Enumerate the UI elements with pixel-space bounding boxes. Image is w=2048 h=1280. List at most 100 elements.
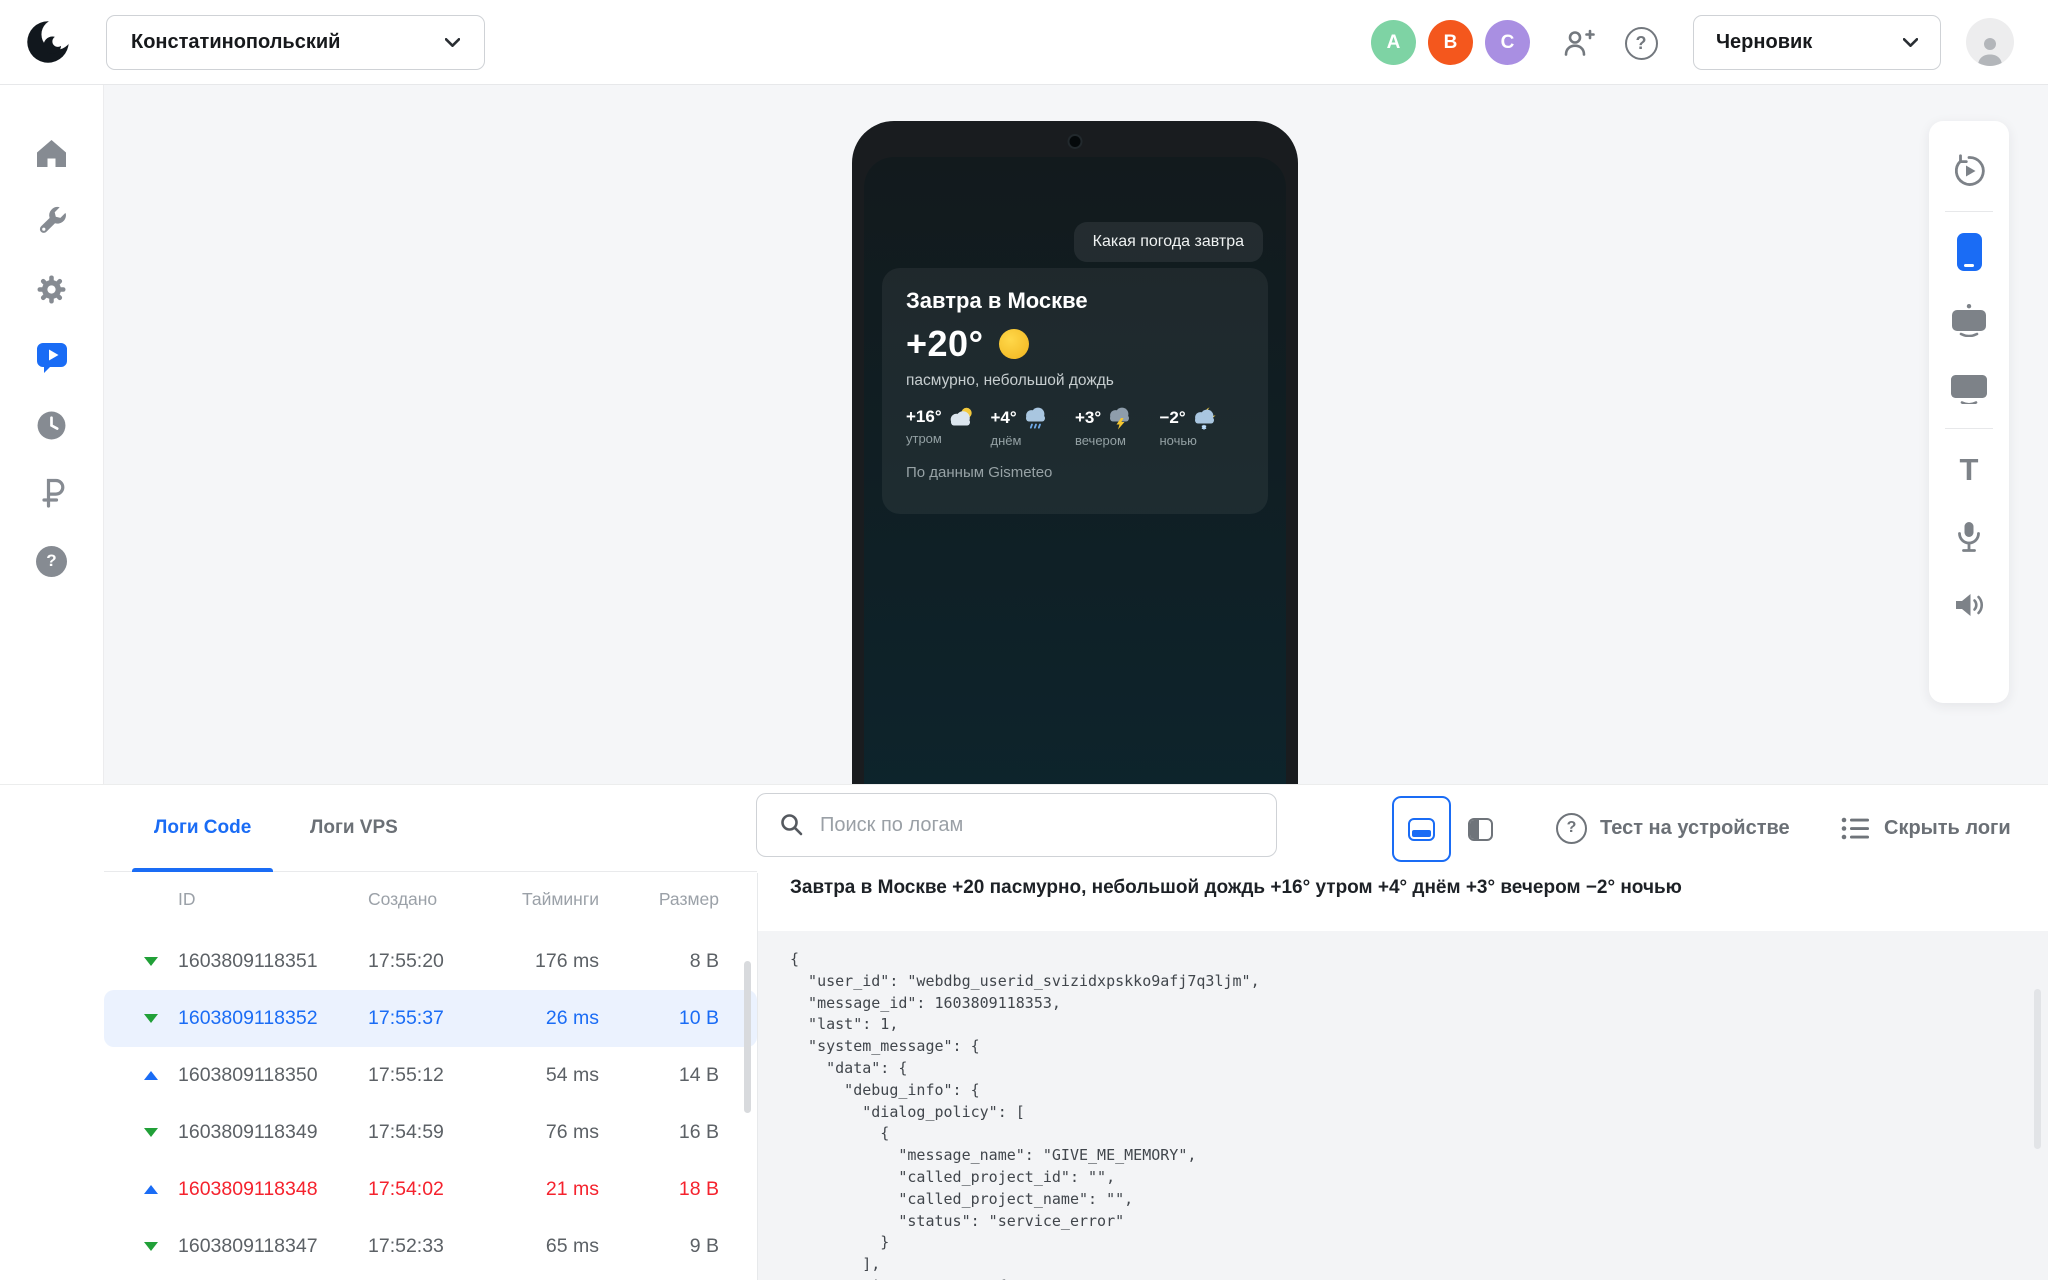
phone-camera [1067, 134, 1083, 149]
speaker-icon [1956, 594, 1983, 616]
speaker-button[interactable] [1937, 571, 2001, 639]
rain-cloud-icon [1025, 407, 1045, 429]
tab-logs-vps[interactable]: Логи VPS [288, 785, 420, 871]
detail-scrollbar-thumb[interactable] [2034, 989, 2041, 1149]
sidebar-item-home[interactable] [28, 129, 76, 177]
sidebar-item-history[interactable] [28, 401, 76, 449]
vertical-split-icon [1468, 817, 1493, 841]
replay-icon [1954, 154, 1985, 186]
horizontal-split-icon [1408, 817, 1435, 841]
storm-cloud-icon [1110, 407, 1130, 430]
question-circle-icon: ? [1556, 812, 1587, 844]
weather-temp: +20° [906, 323, 984, 364]
device-tv-button[interactable] [1937, 354, 2001, 422]
app-root: Констатинопольский A B C ? Черновик ? Ка… [0, 0, 2048, 1280]
publish-status-selector[interactable]: Черновик [1693, 15, 1941, 70]
help-icon: ? [1624, 26, 1658, 60]
request-arrow-icon [144, 1185, 158, 1194]
collaborator-avatar-c[interactable]: C [1485, 20, 1530, 65]
device-phone-button-active[interactable] [1937, 218, 2001, 286]
hide-logs-button[interactable]: Скрыть логи [1840, 785, 2011, 871]
preview-canvas: Какая погода завтра Завтра в Москве +20°… [104, 85, 2048, 784]
user-avatar[interactable] [1966, 18, 2014, 66]
text-input-button[interactable]: T [1937, 435, 2001, 503]
forecast-night: −2° ночью [1160, 406, 1245, 448]
log-table-header: ID Создано Тайминги Размер [178, 888, 719, 909]
toolbar-divider [1945, 428, 1993, 429]
list-icon [1841, 817, 1869, 839]
weather-condition: пасмурно, небольшой дождь [906, 372, 1114, 389]
collaborator-avatar-a[interactable]: A [1371, 20, 1416, 65]
log-row[interactable]: 1603809118347 17:52:33 65 ms 9 B [104, 1218, 757, 1275]
weather-source: По данным Gismeteo [906, 464, 1053, 481]
forecast-evening: +3° вечером [1075, 406, 1160, 448]
table-scrollbar-thumb[interactable] [744, 961, 751, 1113]
ruble-icon [41, 478, 64, 508]
log-detail-json: { "user_id": "webdbg_userid_svizidxpskko… [758, 931, 2048, 1280]
forecast-morning: +16° утром [906, 406, 991, 448]
response-arrow-icon [144, 957, 158, 966]
device-toolbar: T [1929, 121, 2009, 703]
sidebar-item-settings[interactable] [28, 265, 76, 313]
response-arrow-icon [144, 1242, 158, 1251]
chat-play-icon [36, 343, 67, 373]
log-row[interactable]: 1603809118351 17:55:20 176 ms 8 B [104, 933, 757, 990]
assistant-logo-icon [24, 18, 72, 66]
microphone-button[interactable] [1937, 503, 2001, 571]
response-arrow-icon [144, 1014, 158, 1023]
log-row-error[interactable]: 1603809118348 17:54:02 21 ms 18 B [104, 1161, 757, 1218]
moon-cloud-icon [1194, 407, 1216, 430]
help-icon: ? [36, 545, 67, 577]
chevron-down-icon [445, 38, 460, 47]
project-selector[interactable]: Констатинопольский [106, 15, 485, 70]
toolbar-divider [1945, 211, 1993, 212]
gear-icon [37, 275, 66, 303]
log-row[interactable]: 1603809118349 17:54:59 76 ms 16 B [104, 1104, 757, 1161]
project-name: Констатинопольский [131, 31, 341, 53]
response-arrow-icon [144, 1128, 158, 1137]
sun-cloud-icon [950, 407, 972, 426]
weather-card: Завтра в Москве +20° пасмурно, небольшой… [882, 268, 1268, 514]
phone-screen: Какая погода завтра Завтра в Москве +20°… [864, 157, 1286, 784]
user-message-bubble: Какая погода завтра [1073, 222, 1263, 262]
sidebar-item-help[interactable]: ? [28, 537, 76, 585]
phone-mockup: Какая погода завтра Завтра в Москве +20°… [852, 121, 1298, 784]
add-collaborator-button[interactable] [1560, 24, 1598, 62]
person-icon [1978, 38, 2002, 66]
top-bar: Констатинопольский A B C ? Черновик [0, 0, 2048, 85]
person-add-icon [1564, 29, 1595, 56]
collaborator-avatar-b[interactable]: B [1428, 20, 1473, 65]
tab-logs-code[interactable]: Логи Code [132, 785, 274, 872]
clock-icon [37, 411, 66, 439]
microphone-icon [1958, 522, 1980, 552]
text-input-icon: T [1959, 451, 1979, 487]
layout-vertical-split-button[interactable] [1451, 796, 1510, 862]
sidebar-item-billing[interactable] [28, 469, 76, 517]
test-on-device-button[interactable]: ? Тест на устройстве [1556, 785, 1790, 871]
home-icon [37, 139, 66, 167]
logs-panel: Логи Code Логи VPS ? Тест на устройстве [0, 784, 2048, 1280]
chevron-down-icon [1903, 38, 1918, 47]
sidebar-item-tools[interactable] [28, 197, 76, 245]
sun-icon [999, 329, 1030, 359]
forecast-day: +4° днём [991, 406, 1076, 448]
search-input[interactable] [820, 813, 1254, 837]
log-row-selected[interactable]: 1603809118352 17:55:37 26 ms 10 B [104, 990, 757, 1047]
weather-title: Завтра в Москве [906, 288, 1088, 313]
help-button[interactable]: ? [1622, 24, 1660, 62]
log-detail-summary: Завтра в Москве +20 пасмурно, небольшой … [790, 877, 1682, 898]
phone-device-icon [1956, 233, 1982, 271]
sidebar-item-dialogs-active[interactable] [28, 333, 76, 381]
forecast-row: +16° утром +4° днём +3° вечером −2° ночь… [906, 406, 1244, 448]
publish-status: Черновик [1716, 31, 1813, 53]
layout-toggle-group [1392, 796, 1510, 862]
search-icon [781, 814, 803, 836]
request-arrow-icon [144, 1071, 158, 1080]
replay-button[interactable] [1937, 137, 2001, 205]
device-portal-button[interactable] [1937, 286, 2001, 354]
log-row[interactable]: 1603809118350 17:55:12 54 ms 14 B [104, 1047, 757, 1104]
layout-horizontal-split-button[interactable] [1392, 796, 1451, 862]
tv-device-icon [1951, 374, 1987, 404]
wrench-icon [39, 206, 66, 233]
left-sidebar: ? [0, 85, 104, 784]
